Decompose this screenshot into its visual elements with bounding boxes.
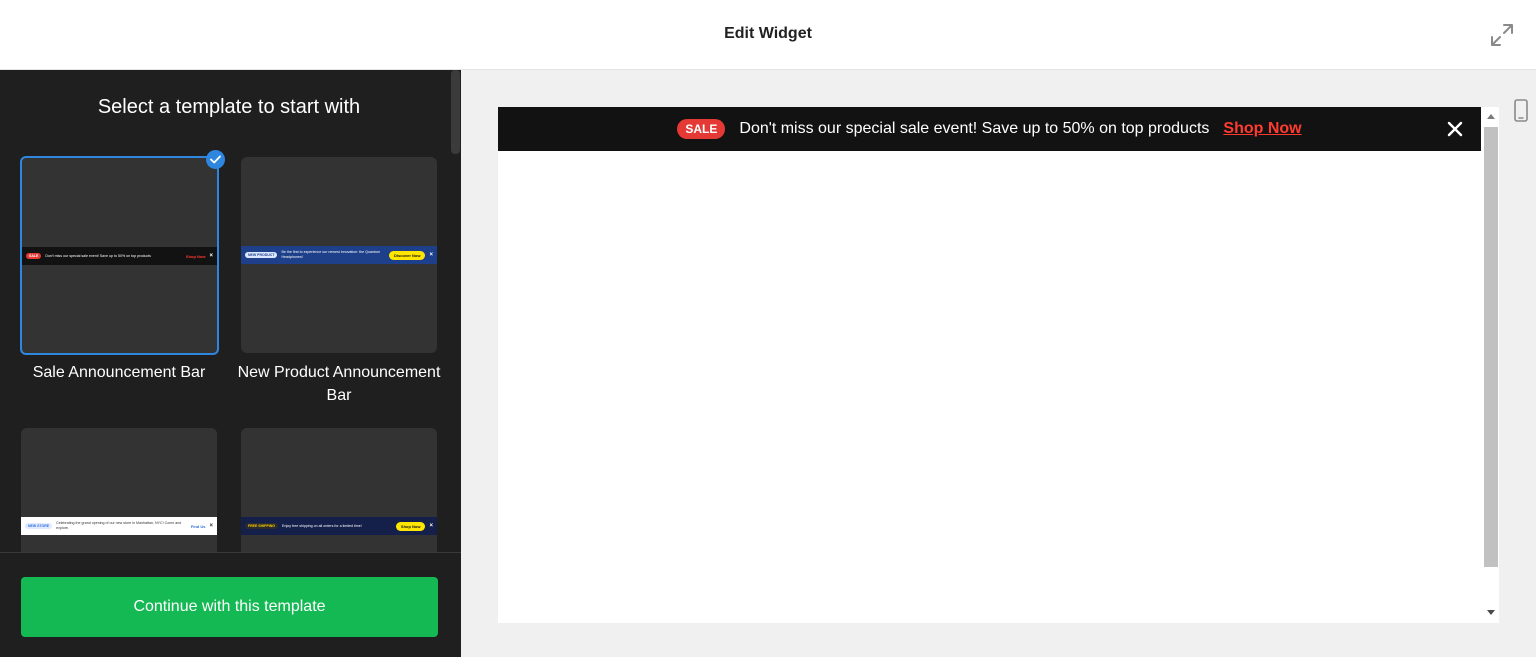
sale-badge: SALE bbox=[677, 119, 726, 139]
scroll-down-arrow-icon[interactable] bbox=[1487, 610, 1495, 615]
shop-now-link[interactable]: Shop Now bbox=[1223, 120, 1301, 138]
close-icon: × bbox=[429, 523, 433, 529]
mini-cta: Discover Now bbox=[389, 250, 426, 260]
mini-text: Don't miss our special sale event! Save … bbox=[45, 253, 151, 258]
template-preview-bar: SALE Don't miss our special sale event! … bbox=[22, 247, 217, 265]
preview-scrollbar[interactable] bbox=[1481, 107, 1499, 623]
mini-text: Be the first to experience our newest in… bbox=[281, 250, 380, 259]
close-icon[interactable] bbox=[1445, 119, 1465, 139]
edit-widget-modal: Edit Widget Select a template to start w… bbox=[0, 0, 1536, 657]
scroll-up-arrow-icon[interactable] bbox=[1487, 114, 1495, 119]
mini-text: Enjoy free shipping on all orders for a … bbox=[282, 523, 362, 528]
template-preview-bar: FREE SHIPPING Enjoy free shipping on all… bbox=[241, 517, 437, 535]
template-card-new-store[interactable]: NEW STORE Celebrating the grand opening … bbox=[21, 428, 217, 552]
modal-header: Edit Widget bbox=[0, 0, 1536, 70]
mini-pill: NEW STORE bbox=[25, 523, 53, 529]
template-card-sale[interactable]: SALE Don't miss our special sale event! … bbox=[20, 156, 219, 355]
template-label-new-product: New Product Announcement Bar bbox=[237, 364, 441, 404]
mini-cta: Shop Now bbox=[395, 521, 426, 531]
announcement-bar: SALE Don't miss our special sale event! … bbox=[498, 107, 1481, 151]
mini-text: Celebrating the grand opening of our new… bbox=[56, 521, 182, 530]
template-card-free-shipping[interactable]: FREE SHIPPING Enjoy free shipping on all… bbox=[241, 428, 437, 552]
selected-check-icon bbox=[206, 150, 225, 169]
mini-pill: NEW PRODUCT bbox=[245, 252, 278, 258]
continue-button[interactable]: Continue with this template bbox=[21, 577, 438, 637]
template-preview-bar: NEW STORE Celebrating the grand opening … bbox=[21, 517, 217, 535]
expand-icon[interactable] bbox=[1488, 21, 1516, 49]
template-panel: Select a template to start with SALE Don… bbox=[0, 70, 461, 657]
panel-title: Select a template to start with bbox=[97, 96, 361, 118]
mini-pill: FREE SHIPPING bbox=[245, 523, 279, 529]
mobile-view-icon[interactable] bbox=[1507, 92, 1535, 128]
close-icon: × bbox=[209, 523, 213, 529]
mini-pill: SALE bbox=[26, 253, 42, 259]
preview-viewport: SALE Don't miss our special sale event! … bbox=[498, 107, 1499, 623]
close-icon: × bbox=[429, 252, 433, 258]
template-card-new-product[interactable]: NEW PRODUCT Be the first to experience o… bbox=[241, 157, 437, 353]
panel-footer: Continue with this template bbox=[0, 553, 461, 657]
mini-cta: Find Us bbox=[190, 523, 206, 529]
mini-cta: Shop Now bbox=[185, 253, 206, 259]
template-label-sale: Sale Announcement Bar bbox=[32, 364, 206, 381]
preview-panel: SALE Don't miss our special sale event! … bbox=[461, 70, 1536, 657]
template-preview-bar: NEW PRODUCT Be the first to experience o… bbox=[241, 246, 437, 264]
preview-scrollbar-thumb[interactable] bbox=[1484, 127, 1498, 567]
page-title: Edit Widget bbox=[724, 25, 812, 42]
announcement-message: Don't miss our special sale event! Save … bbox=[739, 120, 1210, 137]
close-icon: × bbox=[209, 253, 213, 259]
